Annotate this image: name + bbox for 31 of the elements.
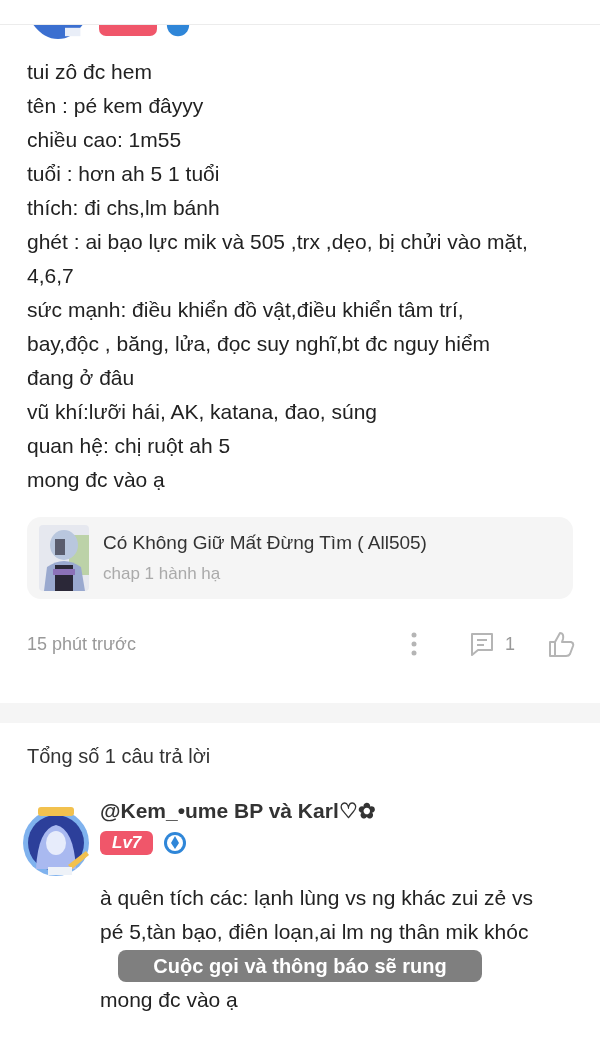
post-text: tuổi : hơn ah 5 1 tuổi	[27, 161, 221, 187]
post-text: chiều cao: 1m55	[27, 127, 183, 153]
comment-count: 1	[505, 633, 515, 655]
reply-text: pé 5,tàn bạo, điên loạn,ai lm ng thân mik khóc	[100, 919, 529, 945]
post-text: sức mạnh: điều khiển đồ vật,điều khiển tâm trí,	[27, 297, 465, 323]
reply-text: à quên tích các: lạnh lùng vs ng khác zui zẻ vs	[100, 885, 534, 911]
badge-icon	[163, 831, 188, 855]
badge-icon	[166, 25, 190, 37]
post-text: vũ khí:lưỡi hái, AK, katana, đao, súng	[27, 399, 379, 425]
post-text: mong đc vào ạ	[27, 467, 166, 493]
chapter-title: chap 1 hành hạ	[103, 564, 222, 584]
post-text: tui zô đc hem	[27, 59, 153, 85]
level-badge: Lv7	[100, 831, 154, 855]
replies-count: Tổng số 1 câu trả lời	[26, 744, 212, 769]
post-text: quan hệ: chị ruột ah 5	[27, 433, 232, 459]
thumbs-up-icon[interactable]	[547, 630, 575, 658]
comment-icon[interactable]	[469, 631, 495, 657]
post-text: tên : pé kem đâyyy	[27, 93, 205, 119]
username[interactable]: @Kem_•ume BP và Karl♡✿	[100, 799, 376, 823]
story-card[interactable]: Có Không Giữ Mất Đừng Tìm ( All505) chap 1 hành hạ	[27, 517, 573, 599]
avatar-icon[interactable]	[33, 25, 83, 39]
reply-text: mong đc vào ạ	[100, 987, 238, 1013]
post-text: bay,độc , băng, lửa, đọc suy nghĩ,bt đc nguy hiểm	[27, 331, 492, 357]
story-title: Có Không Giữ Mất Đừng Tìm ( All505)	[103, 532, 427, 554]
post-text: 4,6,7	[27, 263, 75, 289]
post-text: ghét : ai bạo lực mik và 505 ,trx ,dẹo, bị chửi vào mặt,	[27, 229, 529, 255]
toast-message: Cuộc gọi và thông báo sẽ rung	[118, 950, 482, 982]
post-text: thích: đi chs,lm bánh	[27, 195, 221, 221]
post-text: đang ở đâu	[27, 365, 136, 391]
more-icon[interactable]	[411, 632, 417, 656]
post-time: 15 phút trước	[27, 633, 137, 655]
